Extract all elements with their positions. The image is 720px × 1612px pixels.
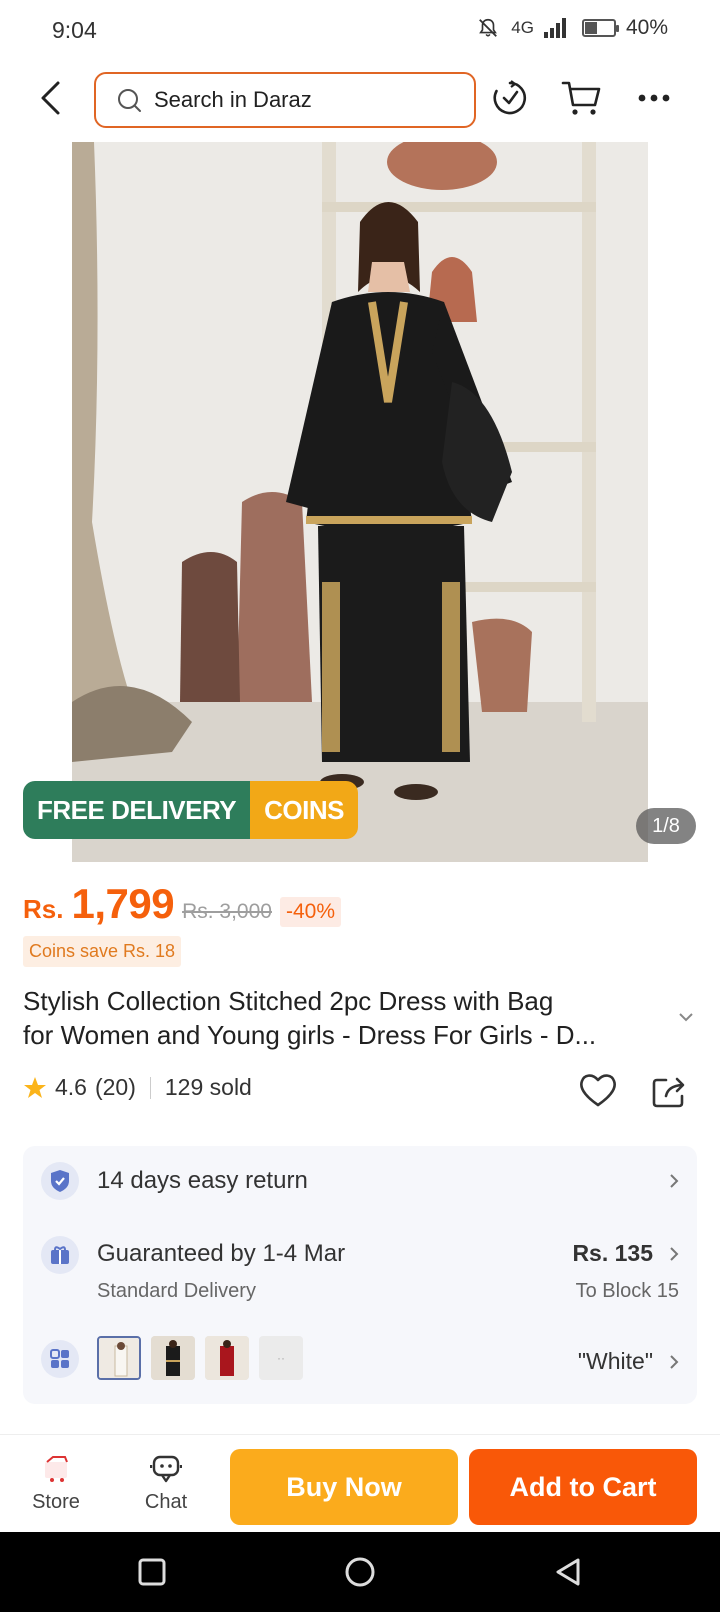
returns-row[interactable]: 14 days easy return: [23, 1146, 697, 1216]
network-label: 4G: [511, 18, 534, 37]
price-currency: Rs.: [23, 894, 64, 924]
chat-button[interactable]: Chat: [126, 1451, 206, 1514]
sold-count: 129 sold: [164, 1074, 252, 1100]
top-header: Search in Daraz: [0, 62, 720, 138]
returns-text: 14 days easy return: [97, 1167, 308, 1194]
product-title-line-2: for Women and Young girls - Dress For Gi…: [23, 1020, 597, 1050]
status-bar: 9:04 4G 40%: [0, 0, 720, 62]
search-input[interactable]: Search in Daraz: [94, 72, 476, 128]
history-icon: [493, 80, 526, 115]
store-label: Store: [32, 1491, 80, 1513]
price-current: 1,799: [71, 880, 175, 927]
cart-icon: [561, 81, 601, 115]
delivery-location: To Block 15: [575, 1280, 679, 1302]
back-button[interactable]: [30, 76, 70, 120]
variant-thumbnails: ··: [97, 1336, 303, 1380]
battery-icon: [581, 19, 619, 37]
free-delivery-badge: FREE DELIVERY: [23, 781, 251, 839]
bell-off-icon: [479, 18, 498, 37]
variant-thumb-more[interactable]: ··: [259, 1336, 303, 1380]
cart-button[interactable]: [558, 74, 606, 122]
shield-check-icon: [41, 1162, 79, 1200]
heart-icon: [580, 1074, 616, 1107]
chat-icon: [126, 1451, 206, 1487]
delivery-price: Rs. 135: [572, 1240, 653, 1266]
status-time: 9:04: [52, 17, 97, 43]
share-button[interactable]: [652, 1074, 688, 1113]
add-to-cart-button[interactable]: Add to Cart: [469, 1449, 697, 1525]
home-icon[interactable]: [342, 1554, 378, 1590]
product-title-line-1: Stylish Collection Stitched 2pc Dress wi…: [23, 986, 554, 1016]
chevron-down-icon[interactable]: [678, 1012, 694, 1022]
discount-badge: -40%: [279, 897, 341, 927]
history-button[interactable]: [486, 74, 534, 122]
product-image[interactable]: [72, 142, 648, 862]
more-options-button[interactable]: [630, 74, 678, 122]
review-count: (20): [94, 1074, 136, 1100]
variant-row[interactable]: ·· "White": [23, 1320, 697, 1404]
search-placeholder: Search in Daraz: [154, 87, 312, 112]
wishlist-button[interactable]: [578, 1072, 618, 1113]
status-icons: 4G 40%: [477, 16, 668, 40]
chevron-left-icon: [41, 81, 60, 115]
store-logo-icon: [16, 1451, 96, 1487]
chevron-right-icon: [670, 1355, 679, 1369]
delivery-type: Standard Delivery: [97, 1280, 256, 1302]
system-nav-bar: [0, 1532, 720, 1612]
bottom-action-bar: Store Chat Buy Now Add to Cart: [0, 1434, 720, 1532]
signal-icon: [543, 18, 566, 38]
service-info-card: 14 days easy return Guaranteed by 1-4 Ma…: [23, 1146, 697, 1404]
variant-thumb-red[interactable]: [205, 1336, 249, 1380]
coins-badge: COINS: [250, 781, 358, 839]
chevron-right-icon: [670, 1247, 679, 1261]
search-icon: [118, 89, 141, 112]
grid-icon: [41, 1340, 79, 1378]
back-nav-icon[interactable]: [550, 1554, 586, 1590]
delivery-row[interactable]: Guaranteed by 1-4 Mar Standard Delivery …: [23, 1216, 697, 1320]
delivery-guarantee: Guaranteed by 1-4 Mar: [97, 1240, 346, 1267]
promo-badges: FREE DELIVERY COINS: [23, 781, 358, 839]
chevron-right-icon: [670, 1174, 679, 1188]
variant-thumb-white[interactable]: [97, 1336, 141, 1380]
battery-percent: 40%: [625, 16, 668, 39]
gift-box-icon: [41, 1236, 79, 1274]
recents-icon[interactable]: [134, 1554, 170, 1590]
share-icon: [652, 1077, 685, 1108]
more-horizontal-icon: [638, 94, 670, 102]
store-button[interactable]: Store: [16, 1451, 96, 1514]
star-icon: [24, 1076, 46, 1098]
product-photo-illustration: [72, 142, 648, 862]
coins-save-tag: Coins save Rs. 18: [23, 936, 182, 967]
divider: [149, 1076, 151, 1099]
rating-value: 4.6: [55, 1074, 87, 1100]
buy-now-button[interactable]: Buy Now: [230, 1449, 458, 1525]
rating-row[interactable]: 4.6 (20) 129 sold: [23, 1074, 252, 1101]
price-row: Rs. 1,799 Rs. 3,000 -40%: [23, 880, 341, 928]
variant-thumb-black[interactable]: [151, 1336, 195, 1380]
image-counter: 1/8: [636, 808, 696, 844]
product-title[interactable]: Stylish Collection Stitched 2pc Dress wi…: [23, 984, 663, 1052]
chat-label: Chat: [144, 1491, 188, 1513]
selected-variant: "White": [577, 1348, 653, 1374]
price-original: Rs. 3,000: [182, 900, 272, 923]
